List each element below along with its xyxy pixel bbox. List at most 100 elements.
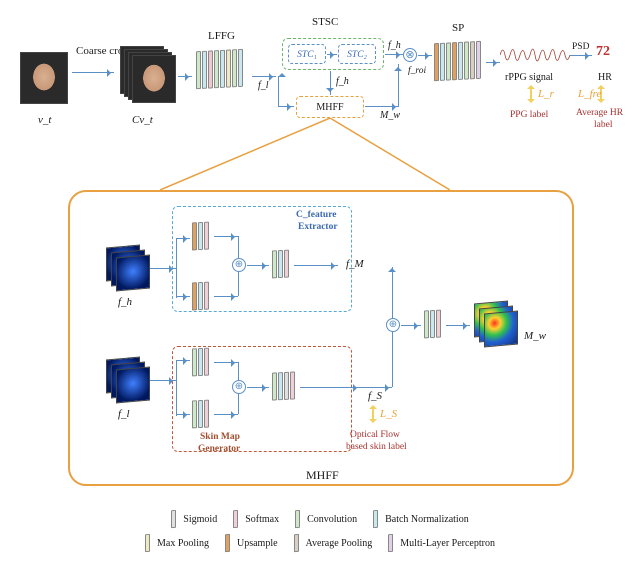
arrow-fh-branch2 — [176, 296, 190, 297]
cropped-face-stack — [120, 46, 176, 102]
arrow-mhff-mw-h — [365, 106, 399, 107]
arrow-fh-in — [150, 268, 176, 269]
label-fh-upper: f_h — [388, 40, 401, 51]
legend-mlp-label: Multi-Layer Perceptron — [400, 538, 495, 549]
arrow-to-mw-maps — [446, 325, 470, 326]
legend: Sigmoid Softmax Convolution Batch Normal… — [80, 510, 560, 552]
arrow-fm-out — [294, 265, 338, 266]
legend-upsample: Upsample — [225, 534, 278, 552]
arrow-mw-up — [398, 64, 399, 70]
stc1-label: STC₁ — [297, 50, 317, 60]
mw-feature-maps — [474, 302, 518, 346]
label-cvt: Cv_t — [132, 114, 153, 126]
arrow-fs-to-fusion — [360, 387, 392, 388]
label-fl: f_l — [258, 80, 269, 91]
label-cfeat1: C_feature — [296, 210, 336, 221]
fusion-conv — [424, 310, 442, 339]
legend-avgpool: Average Pooling — [294, 534, 373, 552]
sp-block — [434, 41, 482, 82]
legend-mlp: Multi-Layer Perceptron — [388, 534, 495, 552]
label-fl-detail: f_l — [118, 408, 130, 420]
op-multiply: ⊗ — [403, 48, 417, 62]
connector-fl-mhff-v — [278, 76, 279, 106]
label-mhff-detail: MHFF — [306, 468, 339, 483]
mhff-label: MHFF — [316, 102, 343, 113]
legend-bn-label: Batch Normalization — [385, 514, 469, 525]
legend-maxpool: Max Pooling — [145, 534, 209, 552]
label-avghr2: label — [594, 120, 612, 130]
arrow-fh-right — [385, 54, 403, 55]
label-fm: f_M — [346, 258, 364, 270]
rppg-signal-trace — [500, 40, 570, 70]
skin-branch1 — [192, 348, 210, 377]
arrow-fl-branch1 — [176, 360, 190, 361]
arrow-skin-b2-out — [214, 414, 238, 415]
arrow-cfeat-b1-out — [214, 236, 238, 237]
arrow-sp-to-signal — [486, 62, 500, 63]
fh-feature-maps — [106, 246, 150, 290]
label-lfre: L_fre — [578, 88, 601, 100]
legend-softmax-label: Softmax — [245, 514, 279, 525]
label-ppg: PPG label — [510, 110, 548, 120]
input-face-image — [20, 52, 68, 104]
cfeat-branch1 — [192, 222, 210, 251]
arrow-cfeat-merge-out — [247, 265, 269, 266]
cfeat-final — [272, 250, 290, 279]
funnel-lines — [160, 118, 450, 190]
label-psd: PSD — [572, 42, 589, 52]
arrow-coarse-crop — [72, 72, 114, 73]
arrow-fl-in — [150, 380, 176, 381]
split-fh — [176, 238, 177, 298]
label-lr: L_r — [538, 88, 554, 100]
label-ls: L_S — [380, 408, 397, 420]
connector-fl-mhff-h — [278, 106, 294, 107]
arrow-fs-out — [300, 387, 360, 388]
op-plus-cfeat: ⊕ — [232, 258, 246, 272]
arrow-fusion-out — [401, 325, 421, 326]
lffg-block — [196, 49, 244, 90]
label-fh-detail: f_h — [118, 296, 132, 308]
legend-row-1: Sigmoid Softmax Convolution Batch Normal… — [80, 510, 560, 528]
legend-maxpool-label: Max Pooling — [157, 538, 209, 549]
legend-convolution: Convolution — [295, 510, 357, 528]
loss-arrow-ls — [372, 406, 374, 422]
arrow-cfeat-b2-out — [214, 296, 238, 297]
arrow-fl-branch2 — [176, 414, 190, 415]
oplus2: ⊕ — [235, 381, 243, 392]
stc2-label: STC₂ — [347, 50, 367, 60]
arrow-skin-b1-out — [214, 362, 238, 363]
label-froi: f_roi — [408, 66, 426, 76]
label-sp: SP — [452, 22, 464, 34]
oplus1: ⊕ — [235, 259, 243, 270]
label-vt: v_t — [38, 114, 51, 126]
op-plus-skin: ⊕ — [232, 380, 246, 394]
stc1-block: STC₁ — [288, 44, 326, 64]
arrow-skin-merge-out — [247, 387, 269, 388]
label-skin2: Generator — [198, 444, 240, 454]
oplus3: ⊕ — [389, 319, 397, 330]
arrow-stsc-to-mhff — [330, 71, 331, 95]
hr-value: 72 — [596, 44, 610, 60]
label-fh-lower: f_h — [336, 76, 349, 87]
legend-sigmoid: Sigmoid — [171, 510, 217, 528]
fl-feature-maps — [106, 358, 150, 402]
legend-softmax: Softmax — [233, 510, 279, 528]
label-lffg: LFFG — [208, 30, 235, 42]
arrow-to-sp — [418, 55, 432, 56]
arrow-mhff-mw-v — [398, 70, 399, 107]
arrow-stc1-stc2 — [327, 54, 337, 55]
label-skin1: Skin Map — [200, 432, 240, 442]
label-stsc: STSC — [312, 16, 338, 28]
label-mw-detail: M_w — [524, 330, 546, 342]
arrow-to-lffg — [178, 76, 192, 77]
loss-arrow-lr — [530, 86, 532, 102]
split-fl — [176, 360, 177, 416]
arrow-fl — [252, 76, 276, 77]
skin-branch2 — [192, 400, 210, 429]
label-optflow1: Optical Flow — [350, 430, 400, 440]
legend-upsample-label: Upsample — [237, 538, 278, 549]
legend-row-2: Max Pooling Upsample Average Pooling Mul… — [80, 534, 560, 552]
legend-batchnorm: Batch Normalization — [373, 510, 469, 528]
cfeat-branch2 — [192, 282, 210, 311]
otimes-symbol: ⊗ — [405, 49, 414, 61]
